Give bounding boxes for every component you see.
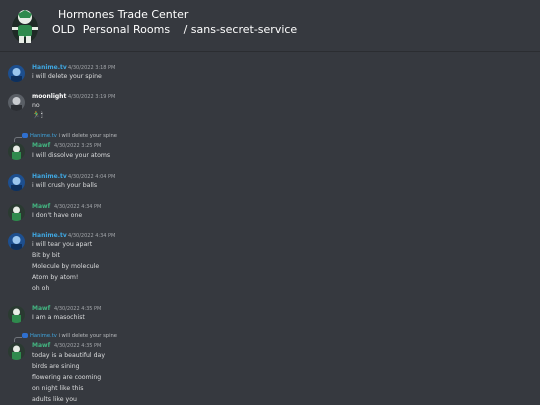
channel-header: Hormones Trade Center OLD Personal Rooms… (0, 0, 540, 52)
message-author[interactable]: Mawf (32, 142, 50, 149)
reply-avatar-icon (22, 133, 28, 138)
reply-text: i will delete your spine (58, 133, 117, 139)
message-text: I am a masochist (32, 314, 85, 321)
message-timestamp: 4/30/2022 3:19 PM (68, 94, 116, 100)
message-author[interactable]: Hanime.tv (32, 232, 67, 239)
message-text: oh oh (32, 285, 50, 292)
message-text: I will dissolve your atoms (32, 152, 111, 159)
user-avatar-mawf[interactable] (8, 204, 25, 221)
breadcrumb-channel[interactable]: / sans-secret-service (184, 23, 298, 36)
message-text: Molecule by molecule (32, 263, 100, 270)
user-avatar-hanime[interactable] (8, 65, 25, 82)
message-text: i will tear you apart (32, 241, 93, 248)
message-timestamp: 4/30/2022 3:18 PM (68, 65, 116, 71)
message-author[interactable]: Mawf (32, 305, 50, 312)
reply-preview[interactable]: Hanime.tv i will delete your spine (22, 333, 117, 339)
server-name[interactable]: Hormones Trade Center (58, 8, 188, 21)
breadcrumb: OLD Personal Rooms / sans-secret-service (52, 23, 301, 36)
user-avatar-hanime[interactable] (8, 174, 25, 191)
message-text: today is a beautiful day (32, 352, 105, 359)
message-author[interactable]: Hanime.tv (32, 173, 67, 180)
message-author[interactable]: Mawf (32, 203, 50, 210)
message-text: flowering are cooming (32, 374, 102, 381)
reply-connector (14, 337, 22, 342)
user-avatar-mawf[interactable] (8, 343, 25, 360)
breadcrumb-room[interactable]: Personal Rooms (83, 23, 170, 36)
message-text: Bit by bit (32, 252, 60, 259)
user-avatar-moonlight[interactable] (8, 94, 25, 111)
reply-preview[interactable]: Hanime.tv i will delete your spine (22, 133, 117, 139)
user-avatar-mawf[interactable] (8, 306, 25, 323)
message-author[interactable]: Hanime.tv (32, 64, 67, 71)
breadcrumb-category[interactable]: OLD (52, 23, 75, 36)
message-text: I don't have one (32, 212, 83, 219)
message-text: birds are sining (32, 363, 80, 370)
message-emoji: 🏃‍♂️🕯 (32, 111, 43, 119)
reply-avatar-icon (22, 333, 28, 338)
message-text: on night like this (32, 385, 84, 392)
user-avatar-hanime[interactable] (8, 233, 25, 250)
message-text: no (32, 102, 40, 109)
message-timestamp: 4/30/2022 4:34 PM (54, 204, 102, 210)
message-timestamp: 4/30/2022 4:34 PM (68, 233, 116, 239)
reply-connector (14, 137, 22, 142)
message-text: Atom by atom! (32, 274, 79, 281)
message-list: Hanime.tv 4/30/2022 3:18 PM i will delet… (0, 58, 540, 405)
message-timestamp: 4/30/2022 4:35 PM (54, 306, 102, 312)
user-avatar-mawf[interactable] (8, 143, 25, 160)
message-timestamp: 4/30/2022 3:25 PM (54, 143, 102, 149)
message-timestamp: 4/30/2022 4:04 PM (68, 174, 116, 180)
message-text: i will crush your balls (32, 182, 98, 189)
message-author[interactable]: moonlight (32, 93, 66, 100)
reply-text: i will delete your spine (58, 333, 117, 339)
message-timestamp: 4/30/2022 4:35 PM (54, 343, 102, 349)
reply-author: Hanime.tv (30, 133, 57, 139)
message-author[interactable]: Mawf (32, 342, 50, 349)
reply-author: Hanime.tv (30, 333, 57, 339)
message-text: i will delete your spine (32, 73, 102, 80)
server-logo-icon[interactable] (8, 6, 42, 46)
message-text: adults like you (32, 396, 77, 403)
